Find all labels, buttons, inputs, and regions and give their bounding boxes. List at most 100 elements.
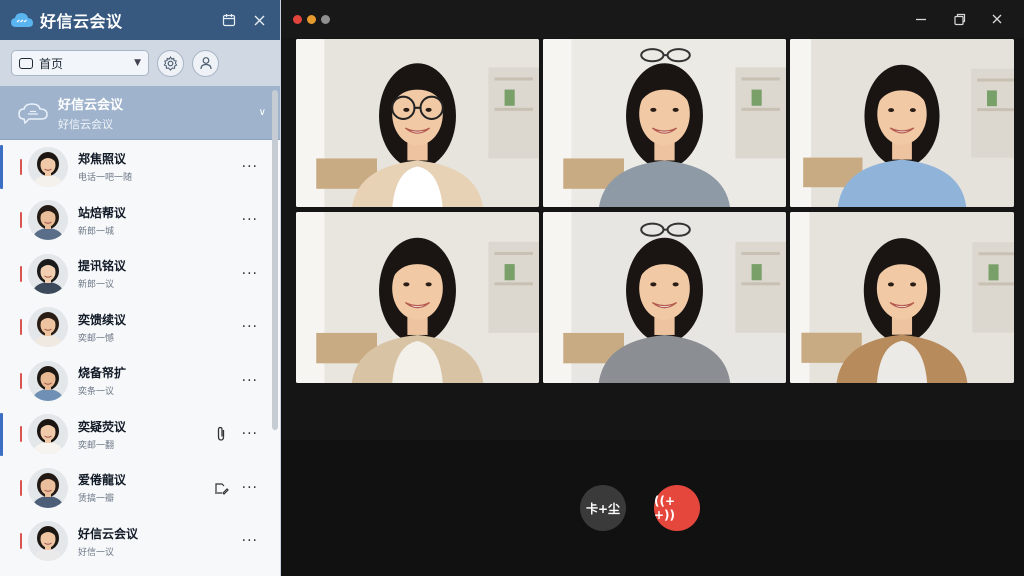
meeting-list-item-text: 奕馈续议 奕邮一憾 [78, 311, 242, 344]
avatar [28, 414, 68, 455]
window-close-dot[interactable] [293, 14, 302, 24]
calendar-icon[interactable] [218, 9, 240, 31]
meeting-list-item[interactable]: 烧备帑扩 奕条一议 ··· [0, 354, 280, 408]
meeting-name: 烧备帑扩 [78, 366, 127, 381]
meeting-list-item-text: 站焙帮议 新郎一城 [78, 204, 242, 237]
meeting-group-text: 好信云会议 好信云会议 [58, 94, 259, 132]
video-tile-participant-1[interactable] [296, 39, 539, 207]
more-options-icon[interactable]: ··· [242, 159, 258, 175]
close-icon[interactable] [248, 9, 270, 31]
meeting-name: 奕疑荧议 [78, 419, 127, 434]
filter-select[interactable]: 首页 ▼ [11, 50, 149, 76]
more-options-icon[interactable]: ··· [242, 533, 258, 549]
avatar [28, 200, 68, 241]
video-tile-participant-4[interactable] [296, 212, 539, 383]
meeting-group-name: 好信云会议 [58, 97, 124, 113]
meeting-list-item[interactable]: 奕馈续议 奕邮一憾 ··· [0, 301, 280, 355]
chevron-down-icon[interactable]: ∨ [259, 107, 266, 118]
app-window: 好信云会议 首页 ▼ 好信云会议 好信云会议 ∨ 郑焦照议 电话一吧一随 ···… [0, 0, 1024, 576]
more-options-icon[interactable]: ··· [242, 212, 258, 228]
meeting-name: 爱倦龍议 [78, 473, 127, 488]
meeting-subtitle: 好信一议 [78, 547, 115, 558]
video-tile-participant-3[interactable] [790, 39, 1014, 207]
meeting-subtitle: 赁搞一瓣 [78, 494, 115, 505]
sidebar-toolbar: 首页 ▼ [0, 40, 280, 86]
mute-button[interactable]: 卡+尘 [580, 485, 626, 531]
meeting-subtitle: 新郎一议 [78, 280, 115, 291]
window-titlebar [281, 0, 1024, 38]
meeting-name: 奕馈续议 [78, 312, 127, 327]
status-indicator [20, 212, 22, 229]
meeting-subtitle: 奕邮一翻 [78, 440, 115, 451]
avatar [28, 307, 68, 348]
hangup-button[interactable]: ((+ +)) [654, 485, 700, 531]
calendar-icon [19, 57, 33, 69]
status-indicator [20, 372, 22, 389]
window-zoom-dot[interactable] [321, 14, 330, 24]
avatar [28, 467, 68, 508]
meeting-list-item[interactable]: 好信云会议 好信一议 ··· [0, 515, 280, 569]
selected-marker [0, 145, 3, 189]
status-indicator [20, 319, 22, 336]
video-grid [296, 39, 1014, 384]
attachment-icon[interactable] [210, 423, 232, 445]
meeting-subtitle: 奕条一议 [78, 387, 115, 398]
control-bar [281, 440, 1024, 576]
meeting-list-item-text: 烧备帑扩 奕条一议 [78, 364, 242, 397]
meeting-name: 好信云会议 [78, 526, 139, 541]
chat-cloud-icon [18, 102, 48, 124]
more-options-icon[interactable]: ··· [242, 426, 258, 442]
meeting-list-item-text: 爱倦龍议 赁搞一瓣 [78, 471, 210, 504]
status-indicator [20, 533, 22, 550]
meeting-view: 卡+尘 ((+ +)) [281, 0, 1024, 576]
meeting-list-item[interactable]: 提讯铭议 新郎一议 ··· [0, 247, 280, 301]
meeting-name: 站焙帮议 [78, 205, 127, 220]
status-indicator [20, 426, 22, 443]
avatar [28, 146, 68, 187]
user-icon[interactable] [192, 49, 219, 77]
settings-icon[interactable] [157, 49, 184, 77]
minimize-icon[interactable] [906, 9, 936, 29]
status-indicator [20, 479, 22, 496]
meeting-list-item-text: 提讯铭议 新郎一议 [78, 257, 242, 290]
more-options-icon[interactable]: ··· [242, 319, 258, 335]
meeting-subtitle: 奕邮一憾 [78, 333, 115, 344]
meeting-list-item[interactable]: 爱倦龍议赁搞一瓣 ··· [0, 461, 280, 515]
meeting-group-header[interactable]: 好信云会议 好信云会议 ∨ [0, 86, 280, 140]
avatar [28, 253, 68, 294]
status-indicator [20, 158, 22, 175]
restore-icon[interactable] [944, 9, 974, 29]
video-tile-participant-5[interactable] [543, 212, 786, 383]
meeting-list-item-text: 好信云会议 好信一议 [78, 525, 242, 558]
meeting-name: 郑焦照议 [78, 152, 127, 167]
edit-icon[interactable] [210, 477, 232, 499]
chevron-down-icon: ▼ [134, 58, 141, 68]
meeting-list-item-text: 郑焦照议 电话一吧一随 [78, 150, 242, 183]
status-indicator [20, 265, 22, 282]
selected-marker [0, 412, 3, 456]
meeting-group-subtitle: 好信云会议 [58, 117, 113, 131]
meeting-list-item-text: 奕疑荧议 奕邮一翻 [78, 418, 210, 451]
window-minimize-dot[interactable] [307, 14, 316, 24]
sidebar: 好信云会议 首页 ▼ 好信云会议 好信云会议 ∨ 郑焦照议 电话一吧一随 ···… [0, 0, 281, 576]
meeting-name: 提讯铭议 [78, 259, 127, 274]
window-controls [898, 9, 1012, 29]
more-options-icon[interactable]: ··· [242, 480, 258, 496]
close-icon[interactable] [982, 9, 1012, 29]
meeting-list-item[interactable]: 郑焦照议 电话一吧一随 ··· [0, 140, 280, 194]
meeting-subtitle: 新郎一城 [78, 226, 115, 237]
avatar [28, 521, 68, 562]
video-tile-participant-6[interactable] [790, 212, 1014, 383]
meeting-list: 郑焦照议 电话一吧一随 ··· 站焙帮议 新郎一城 ··· 提讯铭议 新郎一议 ··· 奕馈… [0, 140, 280, 576]
meeting-list-item[interactable]: 站焙帮议 新郎一城 ··· [0, 194, 280, 248]
avatar [28, 360, 68, 401]
app-title: 好信云会议 [40, 12, 123, 31]
scrollbar[interactable] [272, 90, 278, 430]
video-tile-participant-2[interactable] [543, 39, 786, 207]
filter-select-label: 首页 [39, 56, 64, 71]
meeting-list-item[interactable]: 奕疑荧议奕邮一翻 ··· [0, 408, 280, 462]
more-options-icon[interactable]: ··· [242, 373, 258, 389]
cloud-logo-icon [11, 13, 33, 27]
more-options-icon[interactable]: ··· [242, 266, 258, 282]
sidebar-header: 好信云会议 [0, 0, 280, 40]
